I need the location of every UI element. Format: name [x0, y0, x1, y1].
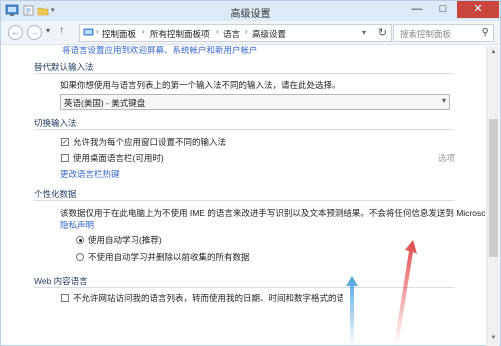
breadcrumb-separator: ›	[142, 27, 145, 36]
address-bar[interactable]: › 控制面板 › 所有控制面板项 › 语言 › 高级设置 ▾	[79, 24, 375, 42]
address-dropdown-icon[interactable]: ▾	[362, 28, 366, 37]
per-app-input-checkbox[interactable]: ✓	[61, 138, 69, 146]
auto-learning-label: 使用自动学习(推荐)	[88, 235, 162, 245]
breadcrumb-separator: ›	[245, 27, 248, 36]
privacy-statement-link[interactable]: 隐私声明	[60, 219, 94, 231]
section-heading-switch-input: 切换输入法	[34, 118, 77, 128]
radio-selected-dot	[78, 238, 82, 242]
breadcrumb-control-panel[interactable]: 控制面板	[102, 28, 136, 40]
default-input-selected: 英语(美国) - 美式键盘	[64, 98, 146, 108]
breadcrumb-advanced-settings[interactable]: 高级设置	[252, 28, 286, 40]
section-heading-web-content: Web 内容语言	[34, 276, 88, 286]
settings-content: 将语言设置应用到欢迎屏幕、系统帐户和新用户帐户 替代默认输入法 如果你想使用与语…	[1, 46, 485, 346]
breadcrumb-separator: ›	[96, 27, 99, 36]
scroll-up-button[interactable]: ▲	[488, 47, 499, 57]
breadcrumb-language[interactable]: 语言	[223, 28, 240, 40]
default-input-dropdown[interactable]: 英语(美国) - 美式键盘 ▾	[60, 94, 450, 110]
desktop-language-bar-checkbox[interactable]	[61, 154, 69, 162]
auto-learning-radio[interactable]	[76, 236, 84, 244]
refresh-button[interactable]: ↻	[374, 24, 392, 42]
options-link[interactable]: 选项	[438, 152, 455, 164]
section-divider	[34, 129, 454, 130]
no-auto-learning-radio[interactable]	[76, 253, 84, 261]
personalization-description: 该数据仅用于在此电脑上为不使用 IME 的语言来改进手写识别以及文本预测结果。不…	[60, 208, 485, 218]
navigation-bar: ← → ▾ ↑ › 控制面板 › 所有控制面板项 › 语言 › 高级设置 ▾ ↻…	[1, 21, 500, 45]
desktop-language-bar-label: 使用桌面语言栏(可用时)	[73, 153, 164, 163]
no-auto-learning-label: 不使用自动学习并删除以前收集的所有数据	[88, 252, 250, 262]
section-divider	[34, 73, 454, 74]
scroll-down-button[interactable]: ▼	[488, 333, 499, 343]
change-hotkeys-link[interactable]: 更改语言栏热键	[60, 168, 120, 180]
close-button[interactable]: ✕	[457, 1, 499, 18]
up-arrow-icon[interactable]: ↑	[59, 25, 64, 36]
search-input[interactable]: 搜索控制面板	[400, 28, 451, 40]
chevron-down-icon: ▾	[441, 96, 446, 105]
per-app-input-label: 允许我为每个应用窗口设置不同的输入法	[73, 137, 227, 147]
section-heading-personalization: 个性化数据	[34, 189, 77, 199]
scrollbar-thumb[interactable]	[489, 119, 498, 257]
web-language-list-checkbox[interactable]	[61, 294, 69, 302]
default-input-description: 如果你想使用与语言列表上的第一个输入法不同的输入法，请在此处选择。	[60, 80, 341, 90]
back-button[interactable]: ←	[8, 25, 23, 40]
web-language-list-label: 不允许网站访问我的语言列表，转而使用我的日期、时间和数字格式的语言作为	[73, 293, 343, 303]
blue-annotation-arrow-icon	[346, 276, 358, 346]
breadcrumb-all-items[interactable]: 所有控制面板项	[150, 28, 210, 40]
breadcrumb-separator: ›	[216, 27, 219, 36]
vertical-scrollbar[interactable]: ▲ ▼	[486, 46, 499, 346]
minimize-button[interactable]: —	[404, 1, 430, 18]
recent-locations-icon[interactable]: ▾	[46, 26, 50, 35]
apply-settings-link[interactable]: 将语言设置应用到欢迎屏幕、系统帐户和新用户帐户	[62, 46, 258, 56]
forward-button[interactable]: →	[27, 25, 42, 40]
red-annotation-arrow-icon	[394, 240, 417, 346]
title-bar: ▾ 高级设置 — □ ✕	[1, 1, 500, 21]
section-heading-default-input: 替代默认输入法	[34, 62, 94, 72]
maximize-button[interactable]: □	[430, 1, 456, 18]
search-icon[interactable]: ⚲	[482, 27, 489, 38]
section-divider	[34, 200, 454, 201]
advanced-settings-window: ▾ 高级设置 — □ ✕ ← → ▾ ↑ › 控制面板 › 所有控制面板项 › …	[0, 0, 501, 346]
search-box[interactable]: 搜索控制面板 ⚲	[393, 24, 494, 42]
control-panel-small-icon	[83, 28, 94, 36]
